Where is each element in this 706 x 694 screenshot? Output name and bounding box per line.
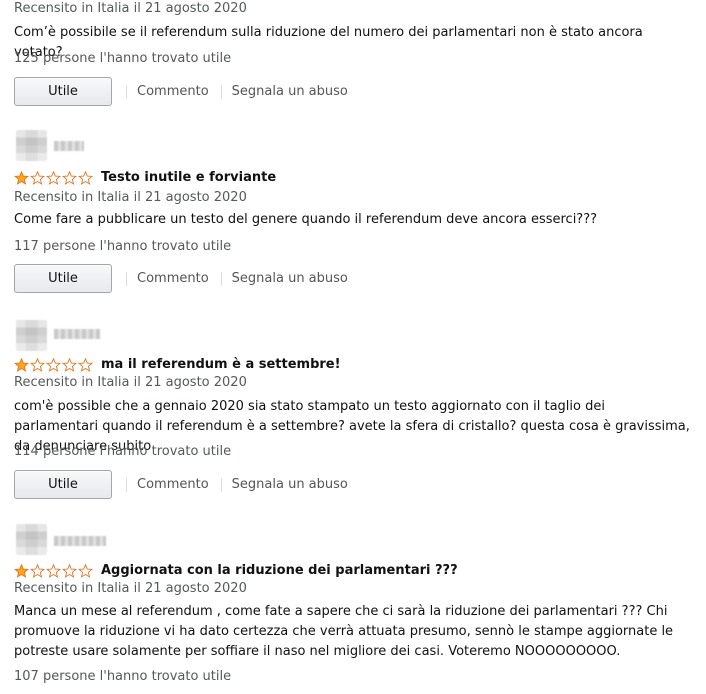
avatar[interactable] <box>16 320 47 351</box>
report-abuse-link[interactable]: Segnala un abuso <box>232 271 348 286</box>
helpful-count: 117 persone l'hanno trovato utile <box>14 239 232 254</box>
star-filled-icon <box>14 564 29 578</box>
review-date: Recensito in Italia il 21 agosto 2020 <box>14 581 247 596</box>
divider <box>126 477 127 492</box>
star-empty-icon <box>62 564 77 578</box>
divider <box>220 477 222 492</box>
star-rating[interactable] <box>14 358 93 372</box>
star-filled-icon <box>14 358 29 372</box>
review-body: Come fare a pubblicare un testo del gene… <box>14 212 598 227</box>
comment-link[interactable]: Commento <box>137 271 209 286</box>
reviewer-name[interactable] <box>54 536 106 546</box>
helpful-count: 125 persone l'hanno trovato utile <box>14 51 232 66</box>
review-title[interactable]: Aggiornata con la riduzione dei parlamen… <box>101 563 458 578</box>
divider <box>126 271 127 286</box>
star-empty-icon <box>78 564 93 578</box>
review-date: Recensito in Italia il 21 agosto 2020 <box>14 375 247 390</box>
star-empty-icon <box>46 564 61 578</box>
star-empty-icon <box>46 171 61 185</box>
avatar[interactable] <box>16 524 47 555</box>
star-empty-icon <box>46 358 61 372</box>
divider <box>220 271 222 286</box>
comment-link[interactable]: Commento <box>137 84 209 99</box>
review-title[interactable]: Testo inutile e forviante <box>101 170 276 185</box>
review-actions: Utile Commento Segnala un abuso <box>14 76 348 107</box>
star-rating[interactable] <box>14 564 93 578</box>
divider <box>126 84 127 99</box>
star-empty-icon <box>62 171 77 185</box>
divider <box>220 84 222 99</box>
review-actions: Utile Commento Segnala un abuso <box>14 263 348 294</box>
star-filled-icon <box>14 171 29 185</box>
report-abuse-link[interactable]: Segnala un abuso <box>232 477 348 492</box>
helpful-button[interactable]: Utile <box>14 264 112 293</box>
star-empty-icon <box>62 358 77 372</box>
star-empty-icon <box>30 358 45 372</box>
helpful-button[interactable]: Utile <box>14 470 112 499</box>
review-date: Recensito in Italia il 21 agosto 2020 <box>14 1 247 16</box>
star-empty-icon <box>78 171 93 185</box>
review-actions: Utile Commento Segnala un abuso <box>14 469 348 500</box>
report-abuse-link[interactable]: Segnala un abuso <box>232 84 348 99</box>
reviewer-name[interactable] <box>54 141 84 151</box>
star-empty-icon <box>30 171 45 185</box>
star-empty-icon <box>30 564 45 578</box>
star-rating[interactable] <box>14 171 93 185</box>
review-date: Recensito in Italia il 21 agosto 2020 <box>14 190 247 205</box>
helpful-count: 114 persone l'hanno trovato utile <box>14 444 232 459</box>
helpful-count: 107 persone l'hanno trovato utile <box>14 669 232 684</box>
review-title[interactable]: ma il referendum è a settembre! <box>101 357 341 372</box>
comment-link[interactable]: Commento <box>137 477 209 492</box>
avatar[interactable] <box>16 130 47 161</box>
helpful-button[interactable]: Utile <box>14 77 112 106</box>
review-body: Manca un mese al referendum , come fate … <box>14 604 674 659</box>
star-empty-icon <box>78 358 93 372</box>
reviewer-name[interactable] <box>54 329 100 339</box>
